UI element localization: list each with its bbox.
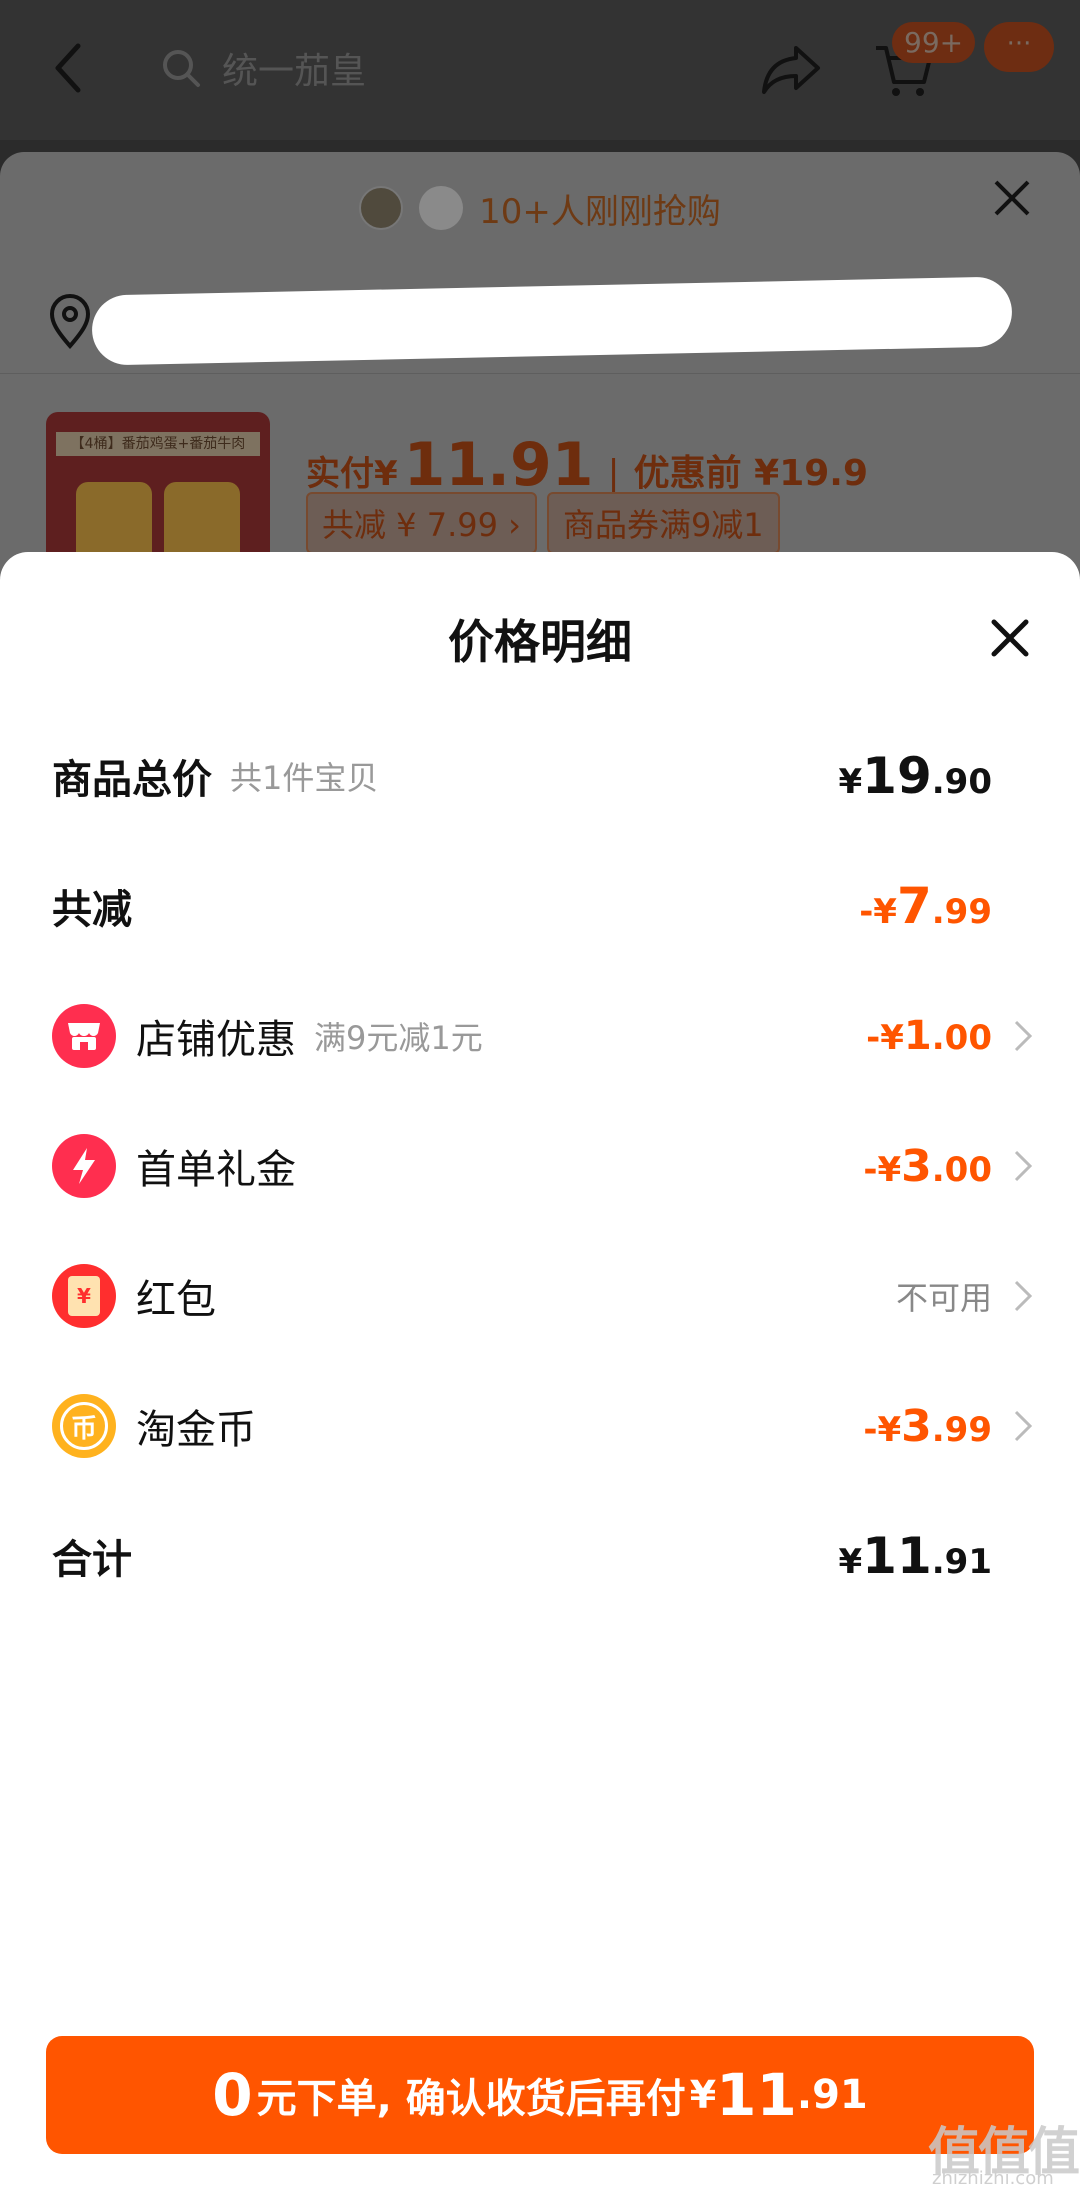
yen-symbol: -¥ — [863, 1149, 902, 1190]
row-sub: 满9元减1元 — [314, 1019, 483, 1057]
underlay-close-button[interactable] — [990, 176, 1034, 224]
avatar — [359, 186, 404, 230]
recent-buyers-banner: 10+人刚刚抢购 — [0, 180, 1080, 236]
cta-amount-decimal: .91 — [796, 2072, 868, 2118]
amount-integer: 3 — [901, 1140, 932, 1192]
cta-yen: ¥ — [689, 2073, 717, 2117]
coupon-tag: 商品券满9减1 — [546, 492, 780, 554]
red-packet-glyph: ¥ — [68, 1276, 100, 1316]
amount-decimal: .90 — [931, 762, 992, 802]
total-discount-tag[interactable]: 共减 ¥ 7.99 › — [306, 492, 537, 554]
chevron-right-icon — [1014, 1020, 1033, 1052]
coin-glyph: 币 — [60, 1402, 108, 1450]
actual-pay-line: 实付 ¥ 11.91 | 优惠前 ¥19.9 — [306, 430, 868, 500]
address-row[interactable] — [0, 270, 1080, 374]
product-thumb-label: 【4桶】番茄鸡蛋+番茄牛肉 — [56, 432, 260, 456]
total-goods-price-row: 商品总价 共1件宝贝 ¥ 19 .90 — [52, 736, 1028, 816]
amount-decimal: .00 — [931, 1149, 992, 1190]
location-pin-icon — [46, 294, 94, 354]
amount-decimal: .91 — [931, 1542, 992, 1582]
amount-integer: 7 — [896, 877, 932, 935]
row-label: 首单礼金 — [136, 1147, 296, 1193]
close-icon — [991, 619, 1029, 657]
chevron-right-icon — [1014, 1150, 1033, 1182]
actual-pay-amount: 11.91 — [403, 430, 594, 500]
actual-pay-yen: ¥ — [374, 454, 398, 494]
yen-symbol: -¥ — [863, 1409, 902, 1450]
amount-decimal: .00 — [931, 1018, 992, 1058]
cart-count-badge: 99+ — [892, 22, 976, 63]
row-label: 共减 — [52, 887, 132, 933]
grand-total-row: 合计 ¥ 11 .91 — [52, 1516, 1028, 1596]
red-packet-row[interactable]: ¥ 红包 不可用 — [52, 1256, 1033, 1336]
cta-amount-integer: 11 — [716, 2061, 797, 2129]
red-packet-icon: ¥ — [52, 1264, 116, 1328]
amount-integer: 11 — [862, 1527, 932, 1585]
row-value: -¥ 7 .99 — [859, 877, 992, 935]
row-label: 合计 — [52, 1537, 132, 1583]
taobao-coin-row[interactable]: 币 淘金币 -¥ 3 .99 — [52, 1386, 1033, 1466]
avatar — [419, 186, 464, 230]
yen-symbol: -¥ — [866, 1018, 904, 1058]
row-label: 红包 — [136, 1277, 216, 1323]
shop-icon — [52, 1004, 116, 1068]
chevron-left-icon — [55, 43, 81, 93]
yen-symbol: ¥ — [838, 1542, 863, 1582]
search-placeholder: 统一茄皇 — [222, 51, 367, 92]
amount-integer: 1 — [903, 1013, 932, 1059]
price-separator: | — [607, 453, 620, 494]
discount-tags: 共减 ¥ 7.99 › 商品券满9减1 — [306, 492, 780, 554]
coin-icon: 币 — [52, 1394, 116, 1458]
cta-zero: 0 — [212, 2061, 253, 2129]
total-discount-row: 共减 -¥ 7 .99 — [52, 866, 1028, 946]
search-bar[interactable]: 统一茄皇 — [160, 40, 366, 96]
sheet-close-button[interactable] — [990, 618, 1030, 662]
before-discount-price: 优惠前 ¥19.9 — [633, 453, 869, 494]
recent-buyers-text: 10+人刚刚抢购 — [479, 191, 721, 232]
first-order-gift-row[interactable]: 首单礼金 -¥ 3 .00 — [52, 1126, 1033, 1206]
row-value: 不可用 — [896, 1273, 992, 1319]
lightning-icon — [52, 1134, 116, 1198]
amount-decimal: .99 — [931, 1409, 992, 1450]
top-bar: 统一茄皇 99+ ··· — [0, 0, 1080, 140]
amount-decimal: .99 — [931, 892, 992, 932]
price-detail-sheet: 价格明细 商品总价 共1件宝贝 ¥ 19 .90 共减 -¥ 7 .99 店铺优… — [0, 552, 1080, 2197]
back-button[interactable] — [48, 38, 88, 98]
chevron-right-icon — [1014, 1280, 1033, 1312]
row-value: -¥ 3 .00 — [863, 1141, 992, 1192]
amount-integer: 19 — [862, 747, 932, 805]
close-icon — [994, 180, 1030, 216]
share-icon — [762, 46, 820, 94]
yen-symbol: -¥ — [859, 892, 897, 932]
page: 统一茄皇 99+ ··· 10+人刚刚抢购 【4桶】番茄鸡蛋+番茄牛肉 实付 ¥… — [0, 0, 1080, 2197]
row-label: 店铺优惠 — [136, 1017, 296, 1063]
chevron-right-icon — [1014, 1410, 1033, 1442]
shop-discount-row[interactable]: 店铺优惠 满9元减1元 -¥ 1 .00 — [52, 996, 1033, 1076]
row-value: ¥ 11 .91 — [839, 1527, 993, 1585]
yen-symbol: ¥ — [838, 762, 863, 802]
search-icon — [163, 50, 200, 87]
watermark-url: zhizhizhi.com — [932, 2168, 1054, 2189]
amount-integer: 3 — [901, 1400, 932, 1452]
sheet-title: 价格明细 — [448, 615, 632, 669]
row-value: -¥ 1 .00 — [866, 1013, 992, 1059]
place-order-button[interactable]: 0 元下单, 确认收货后再付 ¥ 11 .91 — [46, 2036, 1034, 2154]
row-value: ¥ 19 .90 — [839, 747, 993, 805]
row-sub: 共1件宝贝 — [230, 759, 379, 797]
actual-pay-label: 实付 — [306, 454, 374, 494]
share-button[interactable] — [760, 42, 822, 100]
more-button[interactable]: ··· — [984, 22, 1054, 72]
unavailable-text: 不可用 — [895, 1279, 992, 1317]
row-value: -¥ 3 .99 — [863, 1401, 992, 1452]
row-label: 淘金币 — [136, 1407, 256, 1453]
redacted-address — [91, 276, 1013, 366]
cta-text: 元下单, 确认收货后再付 — [256, 2076, 686, 2122]
row-label: 商品总价 — [52, 757, 212, 803]
